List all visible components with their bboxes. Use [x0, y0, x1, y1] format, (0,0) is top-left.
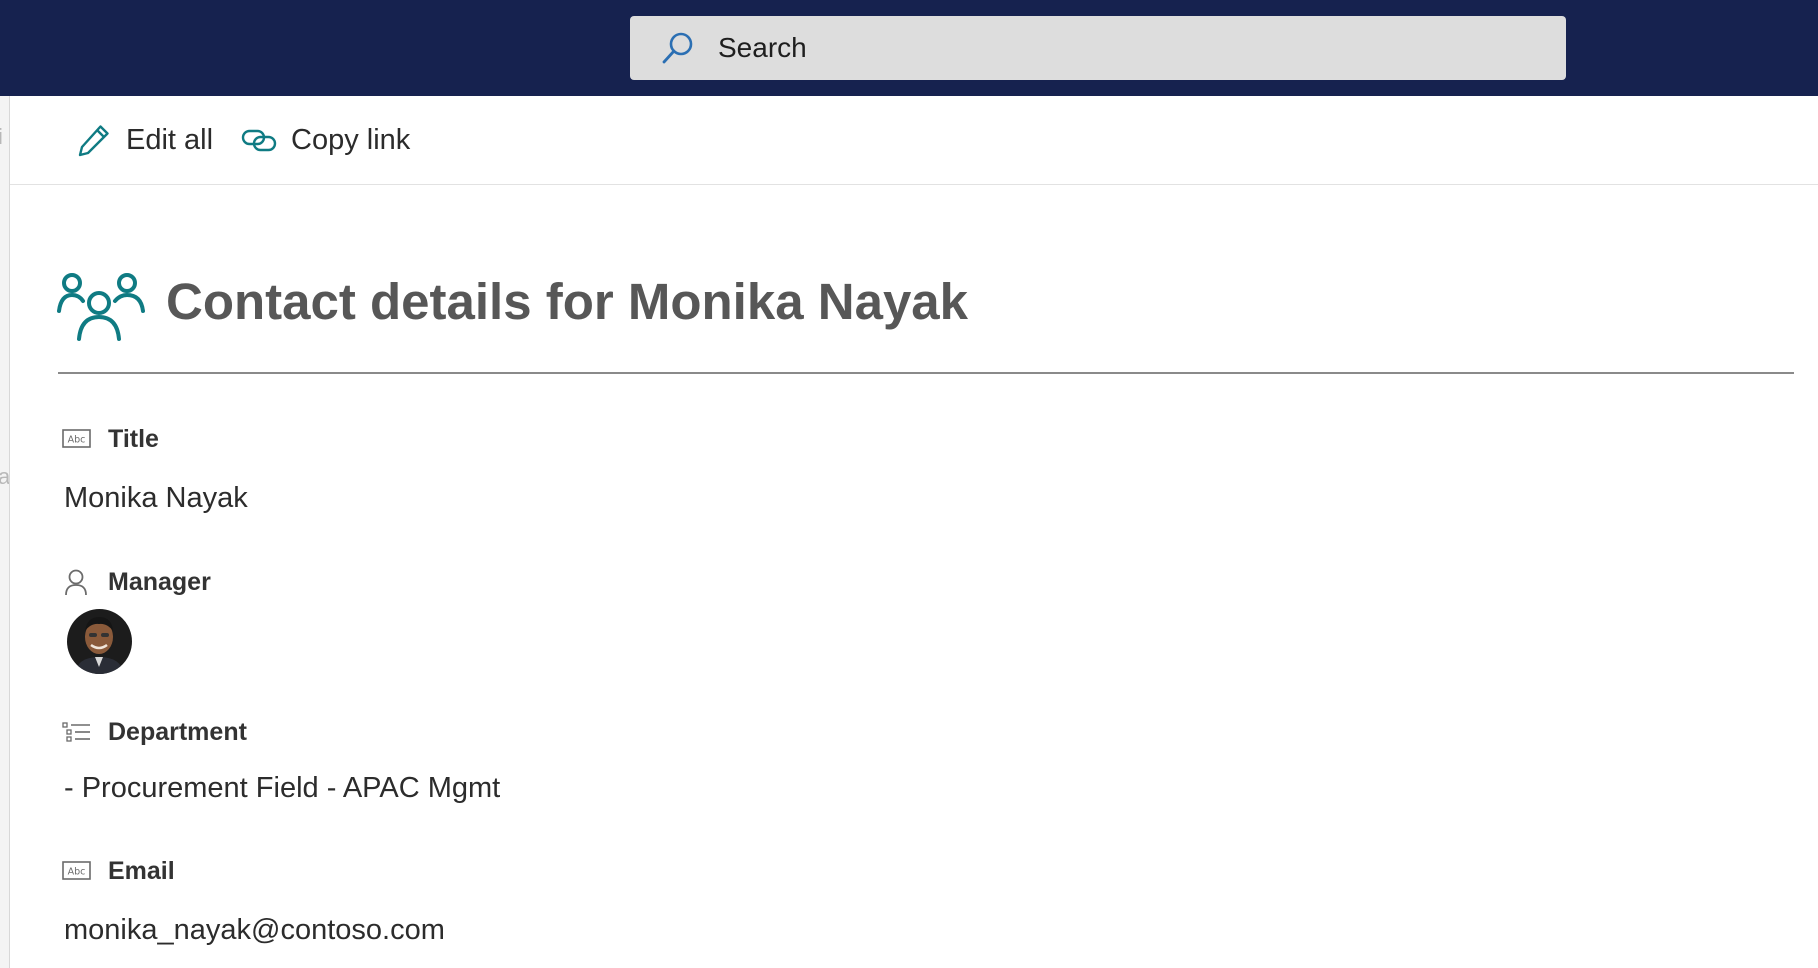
text-field-icon: Abc	[62, 429, 91, 448]
edit-all-button[interactable]: Edit all	[76, 96, 213, 184]
top-nav-bar: Search	[0, 0, 1818, 96]
search-placeholder: Search	[718, 32, 807, 63]
edit-all-label: Edit all	[126, 123, 214, 156]
manager-field-label-row: Manager	[62, 566, 211, 598]
person-icon	[65, 569, 87, 595]
search-icon	[662, 32, 693, 64]
email-field-label: Email	[108, 856, 175, 885]
title-field-label-row: Abc Title	[62, 423, 159, 455]
department-field-value[interactable]: - Procurement Field - APAC Mgmt	[64, 770, 500, 806]
manager-field-label: Manager	[108, 567, 211, 596]
email-field-label-row: Abc Email	[62, 855, 175, 887]
title-field-label: Title	[108, 424, 159, 453]
left-pane-edge: i a	[0, 96, 10, 968]
avatar-photo	[67, 609, 132, 674]
left-pane-glyph: i	[0, 124, 3, 150]
copy-link-label: Copy link	[291, 123, 411, 156]
title-field-value[interactable]: Monika Nayak	[64, 480, 248, 516]
link-icon	[241, 129, 277, 152]
text-field-icon: Abc	[62, 861, 91, 880]
left-pane-glyph: a	[0, 464, 9, 490]
title-divider	[58, 372, 1794, 374]
command-bar: Edit all Copy link	[10, 96, 1818, 185]
department-field-label-row: Department	[62, 716, 247, 748]
people-group-icon	[57, 273, 145, 341]
pencil-icon	[78, 125, 109, 157]
page-title: Contact details for Monika Nayak	[166, 273, 969, 330]
search-box[interactable]: Search	[630, 16, 1566, 80]
svg-text:Abc: Abc	[68, 867, 86, 878]
copy-link-button[interactable]: Copy link	[241, 96, 410, 184]
manager-avatar[interactable]	[67, 609, 132, 674]
choice-list-icon	[62, 722, 90, 742]
email-field-value[interactable]: monika_nayak@contoso.com	[64, 912, 445, 948]
department-field-label: Department	[108, 717, 247, 746]
svg-text:Abc: Abc	[68, 435, 86, 446]
